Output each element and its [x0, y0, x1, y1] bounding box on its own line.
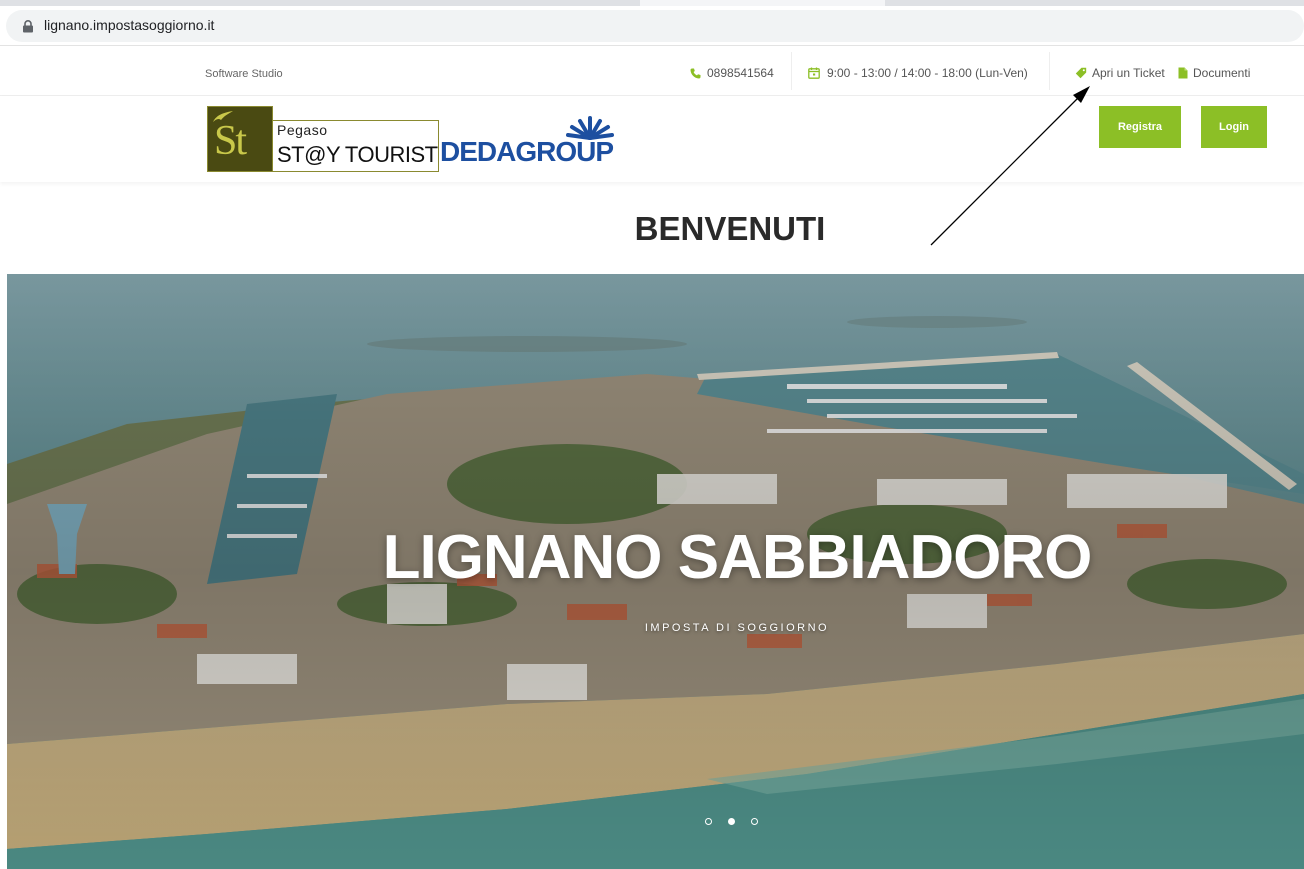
site-header: St Pegaso ST@Y TOURIST DEDAGROUP Registr… [0, 96, 1304, 182]
phone-contact[interactable]: 0898541564 [690, 66, 774, 80]
slider-dot-2[interactable] [728, 818, 735, 825]
slider-dots [705, 818, 758, 825]
ticket-label: Apri un Ticket [1092, 66, 1165, 80]
pegaso-stay-tourist-logo[interactable]: St Pegaso ST@Y TOURIST [207, 106, 439, 172]
dedagroup-logo[interactable]: DEDAGROUP [440, 114, 630, 167]
hero-slider[interactable]: LIGNANO SABBIADORO IMPOSTA DI SOGGIORNO [7, 274, 1304, 869]
hours-text: 9:00 - 13:00 / 14:00 - 18:00 (Lun-Ven) [827, 66, 1028, 80]
hero-title: LIGNANO SABBIADORO [382, 523, 1093, 592]
hero-subtitle: IMPOSTA DI SOGGIORNO [644, 622, 830, 634]
software-studio-label: Software Studio [205, 68, 283, 80]
documents-link[interactable]: Documenti [1178, 66, 1250, 80]
logo-pegaso-text: Pegaso [277, 122, 328, 138]
address-bar[interactable]: lignano.impostasoggiorno.it [6, 10, 1304, 42]
divider [1049, 52, 1050, 90]
tab-strip [0, 0, 1304, 6]
lock-icon [23, 20, 33, 33]
slider-dot-1[interactable] [705, 818, 712, 825]
document-icon [1178, 67, 1188, 79]
logo-stay-tourist-text: ST@Y TOURIST [277, 142, 438, 167]
browser-bar: lignano.impostasoggiorno.it [0, 0, 1304, 46]
welcome-heading: BENVENUTI [634, 210, 826, 247]
opening-hours: 9:00 - 13:00 / 14:00 - 18:00 (Lun-Ven) [808, 66, 1028, 80]
open-ticket-link[interactable]: Apri un Ticket [1075, 66, 1165, 80]
login-button[interactable]: Login [1201, 106, 1267, 148]
dedagroup-text: DEDAGROUP [440, 136, 614, 167]
divider [791, 52, 792, 90]
phone-icon [690, 68, 701, 78]
calendar-icon [808, 67, 820, 79]
register-button[interactable]: Registra [1099, 106, 1181, 148]
top-info-bar: Software Studio 0898541564 9:00 - 13:00 … [0, 46, 1304, 96]
logo-monogram-box: St [207, 106, 273, 172]
tag-icon [1075, 67, 1087, 79]
slider-dot-3[interactable] [751, 818, 758, 825]
documents-label: Documenti [1193, 66, 1251, 80]
logo-monogram: St [214, 118, 247, 164]
url-text: lignano.impostasoggiorno.it [44, 17, 215, 33]
browser-tab[interactable] [640, 0, 885, 6]
phone-number: 0898541564 [707, 66, 774, 80]
